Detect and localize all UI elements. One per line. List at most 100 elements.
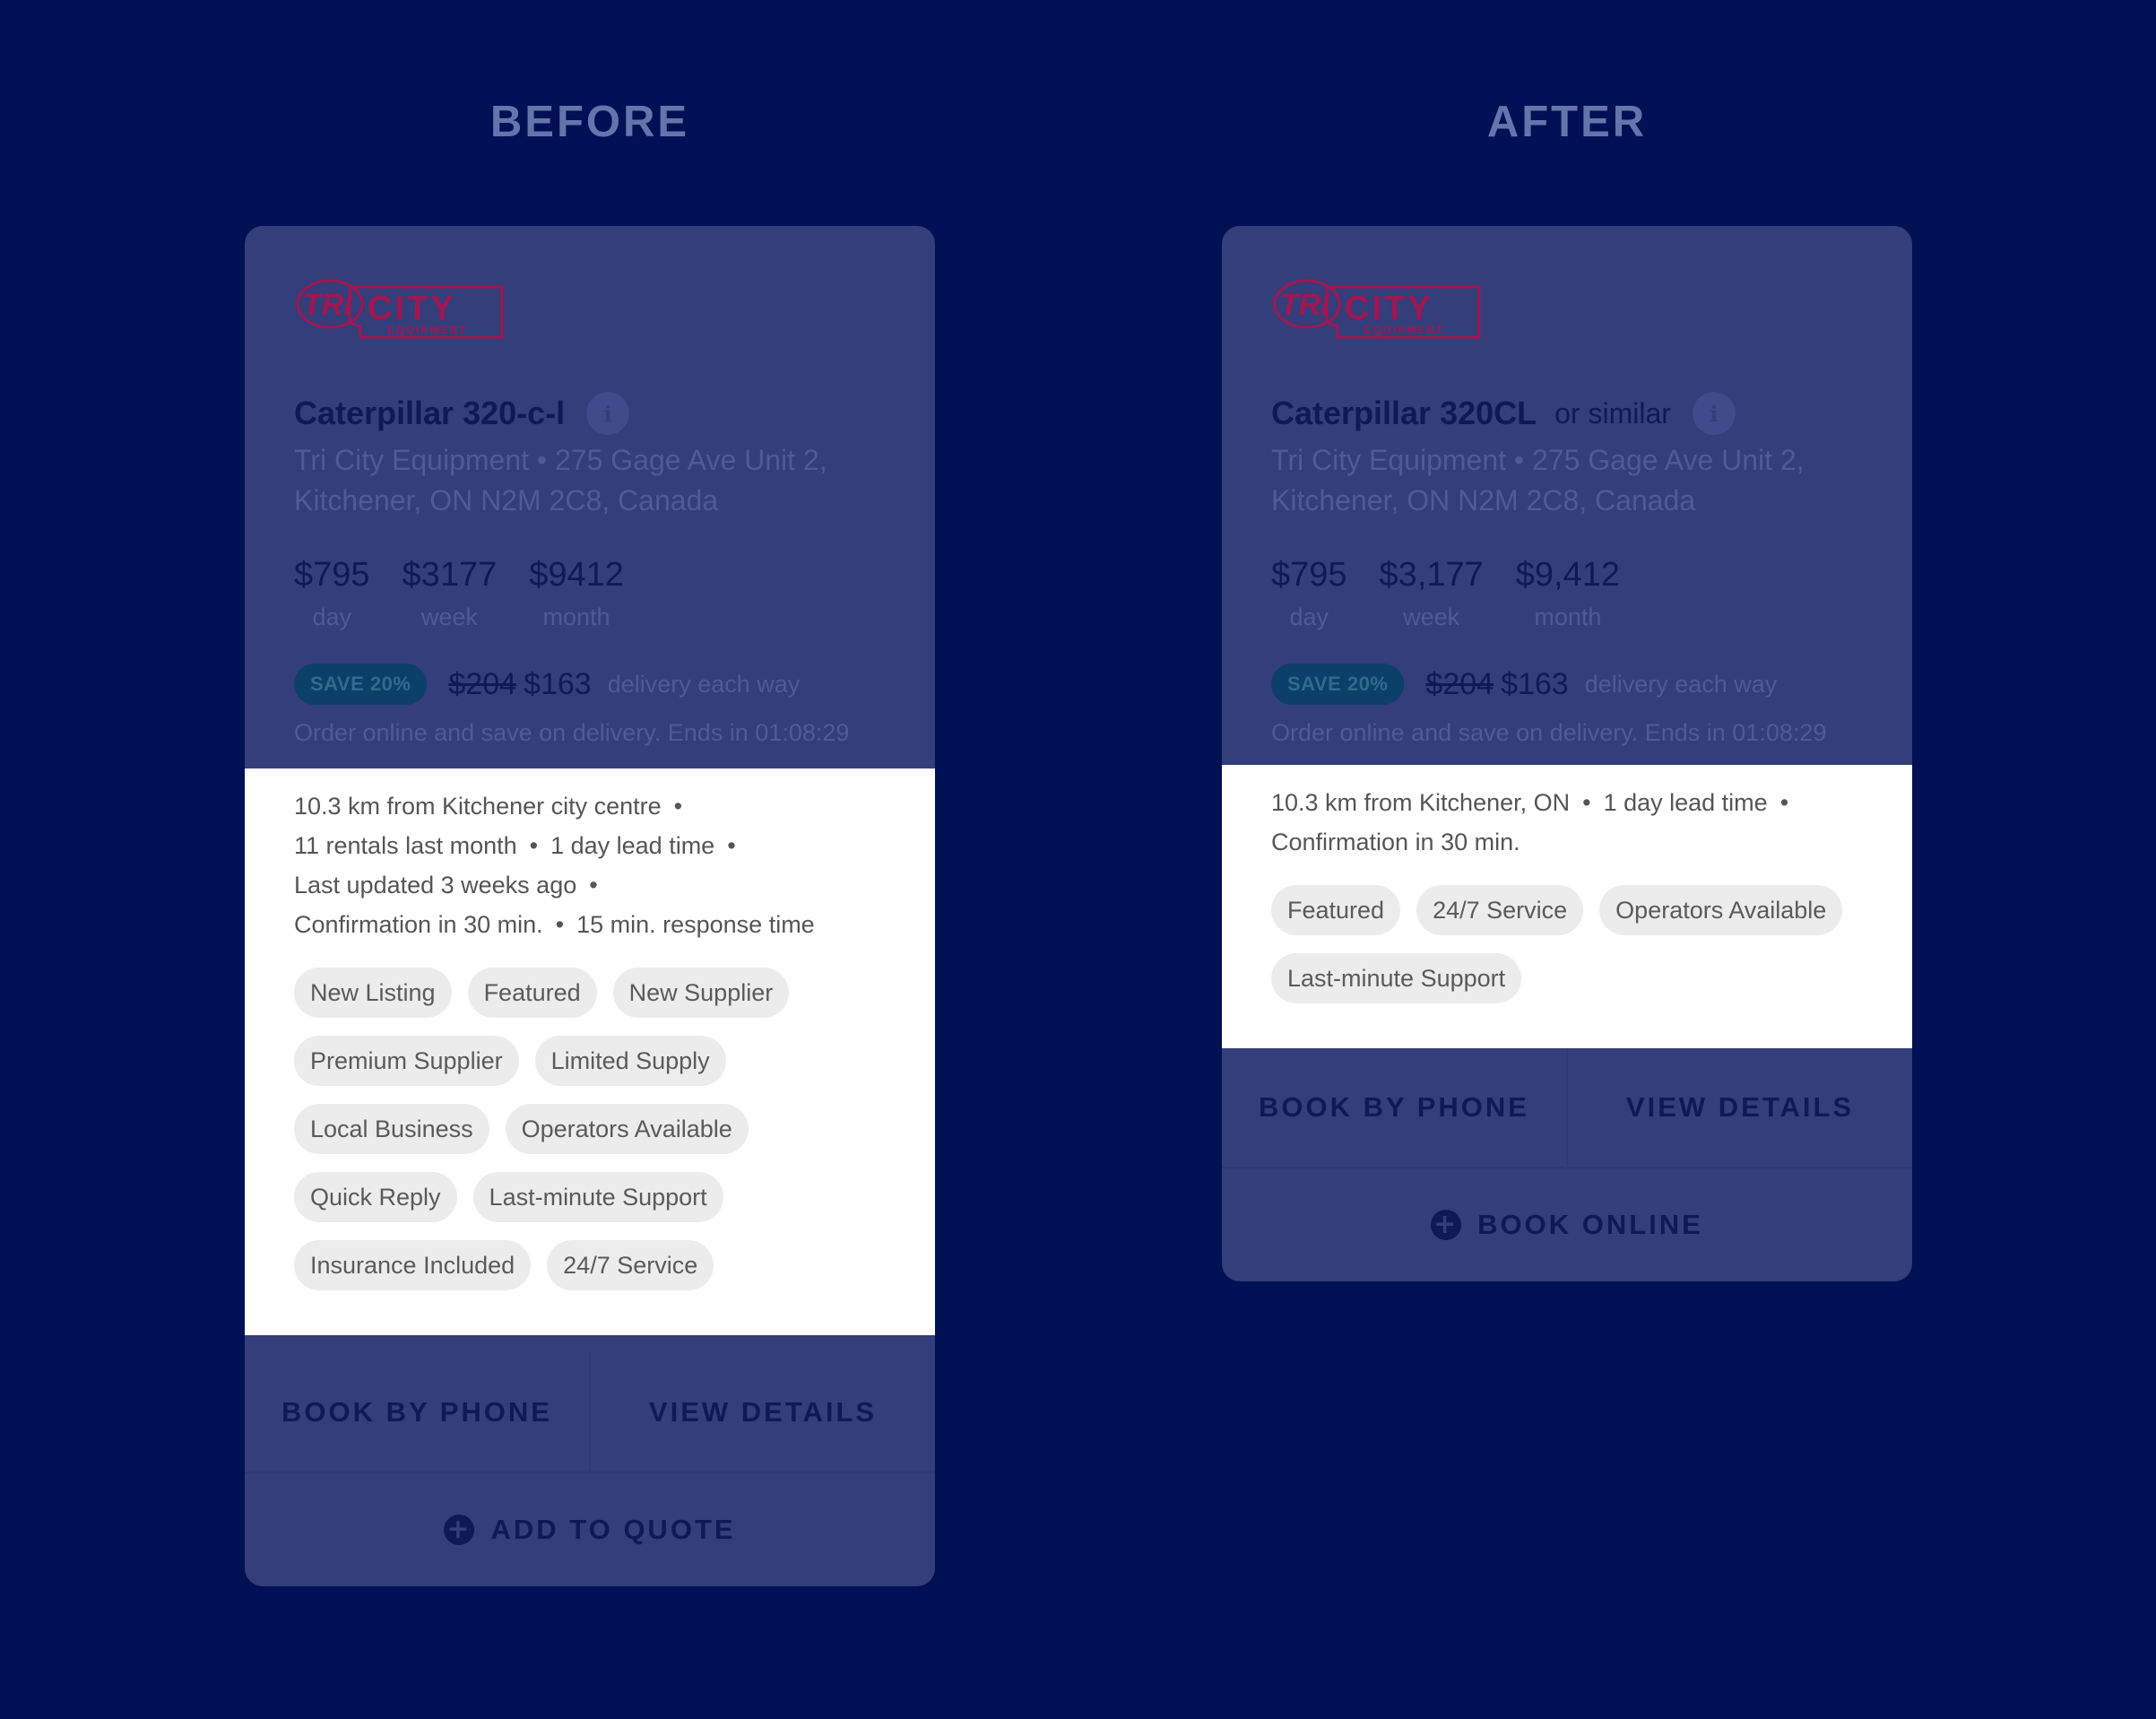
book-online-label: BOOK ONLINE: [1477, 1209, 1703, 1240]
tag: New Supplier: [612, 968, 790, 1018]
add-to-quote-label: ADD TO QUOTE: [490, 1514, 736, 1545]
new-delivery-price: $163: [524, 666, 592, 701]
tag: Limited Supply: [534, 1036, 726, 1086]
logo-city-text: CITY: [1345, 290, 1433, 327]
price-period: day: [312, 603, 352, 630]
info-icon[interactable]: i: [1692, 392, 1736, 435]
save-badge: SAVE 20%: [294, 664, 428, 705]
delivery-label: delivery each way: [1584, 670, 1778, 698]
info-icon[interactable]: i: [586, 392, 630, 435]
price-amount: $3177: [402, 556, 498, 594]
supplier-address: Tri City Equipment • 275 Gage Ave Unit 2…: [1271, 440, 1863, 521]
details-panel: 10.3 km from Kitchener, ON • 1 day lead ti…: [1222, 765, 1912, 1048]
price-amount: $9,412: [1515, 556, 1621, 594]
plus-circle-icon: +: [444, 1515, 475, 1545]
after-listing-card: TRI CITY EQUIPMENT Caterpillar 320CL or …: [1222, 226, 1912, 1281]
meta-line: Confirmation in 30 min. • 15 min. response…: [294, 911, 815, 938]
price-list: $795 day $3177 week $9412 month: [294, 553, 886, 631]
meta-item: Last updated 3 weeks ago: [294, 872, 577, 899]
meta-line: Confirmation in 30 min.: [1271, 822, 1863, 862]
address-line-2: Kitchener, ON N2M 2C8, Canada: [1271, 484, 1696, 517]
logo-equipment-text: EQUIPMENT: [1364, 324, 1444, 336]
save-badge: SAVE 20%: [1271, 664, 1405, 705]
price-amount: $795: [294, 556, 370, 594]
price-period: week: [1403, 603, 1460, 630]
meta-line: Last updated 3 weeks ago •: [294, 872, 598, 899]
add-to-quote-button[interactable]: + ADD TO QUOTE: [245, 1473, 935, 1586]
price-period: week: [420, 603, 478, 630]
book-by-phone-button[interactable]: BOOK BY PHONE: [245, 1353, 589, 1472]
action-bar: BOOK BY PHONE VIEW DETAILS: [1222, 1048, 1912, 1168]
tag: 24/7 Service: [1416, 885, 1584, 935]
meta-item: Confirmation in 30 min.: [294, 911, 543, 938]
tag: Featured: [467, 968, 597, 1018]
meta-line: 10.3 km from Kitchener, ON • 1 day lead ti…: [1271, 789, 1789, 816]
meta-item: 11 rentals last month: [294, 832, 517, 859]
delivery-offer: SAVE 20% $204 $163 delivery each way: [1271, 664, 1863, 705]
tag: Local Business: [294, 1104, 489, 1154]
meta-item: 10.3 km from Kitchener, ON: [1271, 789, 1571, 816]
meta-info: 10.3 km from Kitchener, ON • 1 day lead ti…: [1271, 783, 1863, 862]
meta-item: Confirmation in 30 min.: [1271, 829, 1520, 855]
book-by-phone-button[interactable]: BOOK BY PHONE: [1222, 1048, 1566, 1167]
view-details-button[interactable]: VIEW DETAILS: [589, 1353, 935, 1472]
old-delivery-price: $204: [448, 666, 517, 701]
promo-text: Order online and save on delivery. Ends …: [294, 719, 850, 746]
logo-equipment-text: EQUIPMENT: [387, 324, 467, 336]
tag: Operators Available: [505, 1104, 749, 1154]
price-period: day: [1289, 603, 1329, 630]
price-list: $795 day $3,177 week $9,412 month: [1271, 553, 1863, 631]
details-panel: 10.3 km from Kitchener city centre • 11 r…: [245, 768, 935, 1335]
address-line-1: Tri City Equipment • 275 Gage Ave Unit 2…: [1271, 444, 1805, 476]
equipment-title: Caterpillar 320CL: [1271, 395, 1537, 431]
tag-list: New Listing Featured New Supplier Premiu…: [294, 968, 850, 1308]
price-period: month: [542, 603, 610, 630]
meta-item: 10.3 km from Kitchener city centre: [294, 793, 662, 820]
tri-city-equipment-logo: TRI CITY EQUIPMENT: [1273, 279, 1481, 339]
or-similar-label: or similar: [1554, 396, 1671, 430]
before-heading: BEFORE: [489, 98, 690, 146]
tri-city-equipment-logo: TRI CITY EQUIPMENT: [296, 279, 504, 339]
tag: Featured: [1271, 885, 1401, 935]
meta-item: 1 day lead time: [550, 832, 715, 859]
tag-list: Featured 24/7 Service Operators Availabl…: [1271, 885, 1881, 1021]
delivery-offer: SAVE 20% $204 $163 delivery each way: [294, 664, 886, 705]
tag: Last-minute Support: [472, 1172, 723, 1222]
tag: 24/7 Service: [547, 1240, 714, 1290]
price-week: $3,177 week: [1380, 553, 1484, 631]
view-details-button[interactable]: VIEW DETAILS: [1566, 1048, 1912, 1167]
tag: Premium Supplier: [294, 1036, 519, 1086]
tag: Insurance Included: [294, 1240, 532, 1290]
logo-tri-text: TRI: [1280, 288, 1330, 322]
new-delivery-price: $163: [1501, 666, 1569, 701]
meta-line: 11 rentals last month • 1 day lead time •: [294, 832, 736, 859]
tag: Quick Reply: [294, 1172, 457, 1222]
price-period: month: [1534, 603, 1602, 630]
meta-item: 1 day lead time: [1603, 789, 1768, 816]
price-amount: $3,177: [1379, 556, 1484, 594]
delivery-label: delivery each way: [607, 670, 801, 698]
logo-tri-text: TRI: [303, 288, 353, 322]
tag: Operators Available: [1599, 885, 1843, 935]
book-online-button[interactable]: + BOOK ONLINE: [1222, 1168, 1912, 1281]
address-line-1: Tri City Equipment • 275 Gage Ave Unit 2…: [294, 444, 827, 476]
plus-circle-icon: +: [1431, 1210, 1462, 1240]
action-bar: BOOK BY PHONE VIEW DETAILS: [245, 1353, 935, 1473]
meta-info: 10.3 km from Kitchener city centre • 11 r…: [294, 786, 886, 944]
price-amount: $9412: [529, 556, 624, 594]
old-delivery-price: $204: [1425, 666, 1494, 701]
tag: Last-minute Support: [1271, 953, 1522, 1003]
tag: New Listing: [294, 968, 452, 1018]
meta-line: 10.3 km from Kitchener city centre •: [294, 793, 683, 820]
price-month: $9412 month: [529, 553, 624, 631]
price-amount: $795: [1271, 556, 1347, 594]
price-week: $3177 week: [403, 553, 498, 631]
meta-item: 15 min. response time: [576, 911, 815, 938]
supplier-address: Tri City Equipment • 275 Gage Ave Unit 2…: [294, 440, 886, 521]
price-day: $795 day: [1271, 553, 1347, 631]
price-month: $9,412 month: [1516, 553, 1620, 631]
address-line-2: Kitchener, ON N2M 2C8, Canada: [294, 484, 719, 517]
promo-text: Order online and save on delivery. Ends …: [1271, 719, 1827, 746]
after-heading: AFTER: [1486, 98, 1648, 146]
